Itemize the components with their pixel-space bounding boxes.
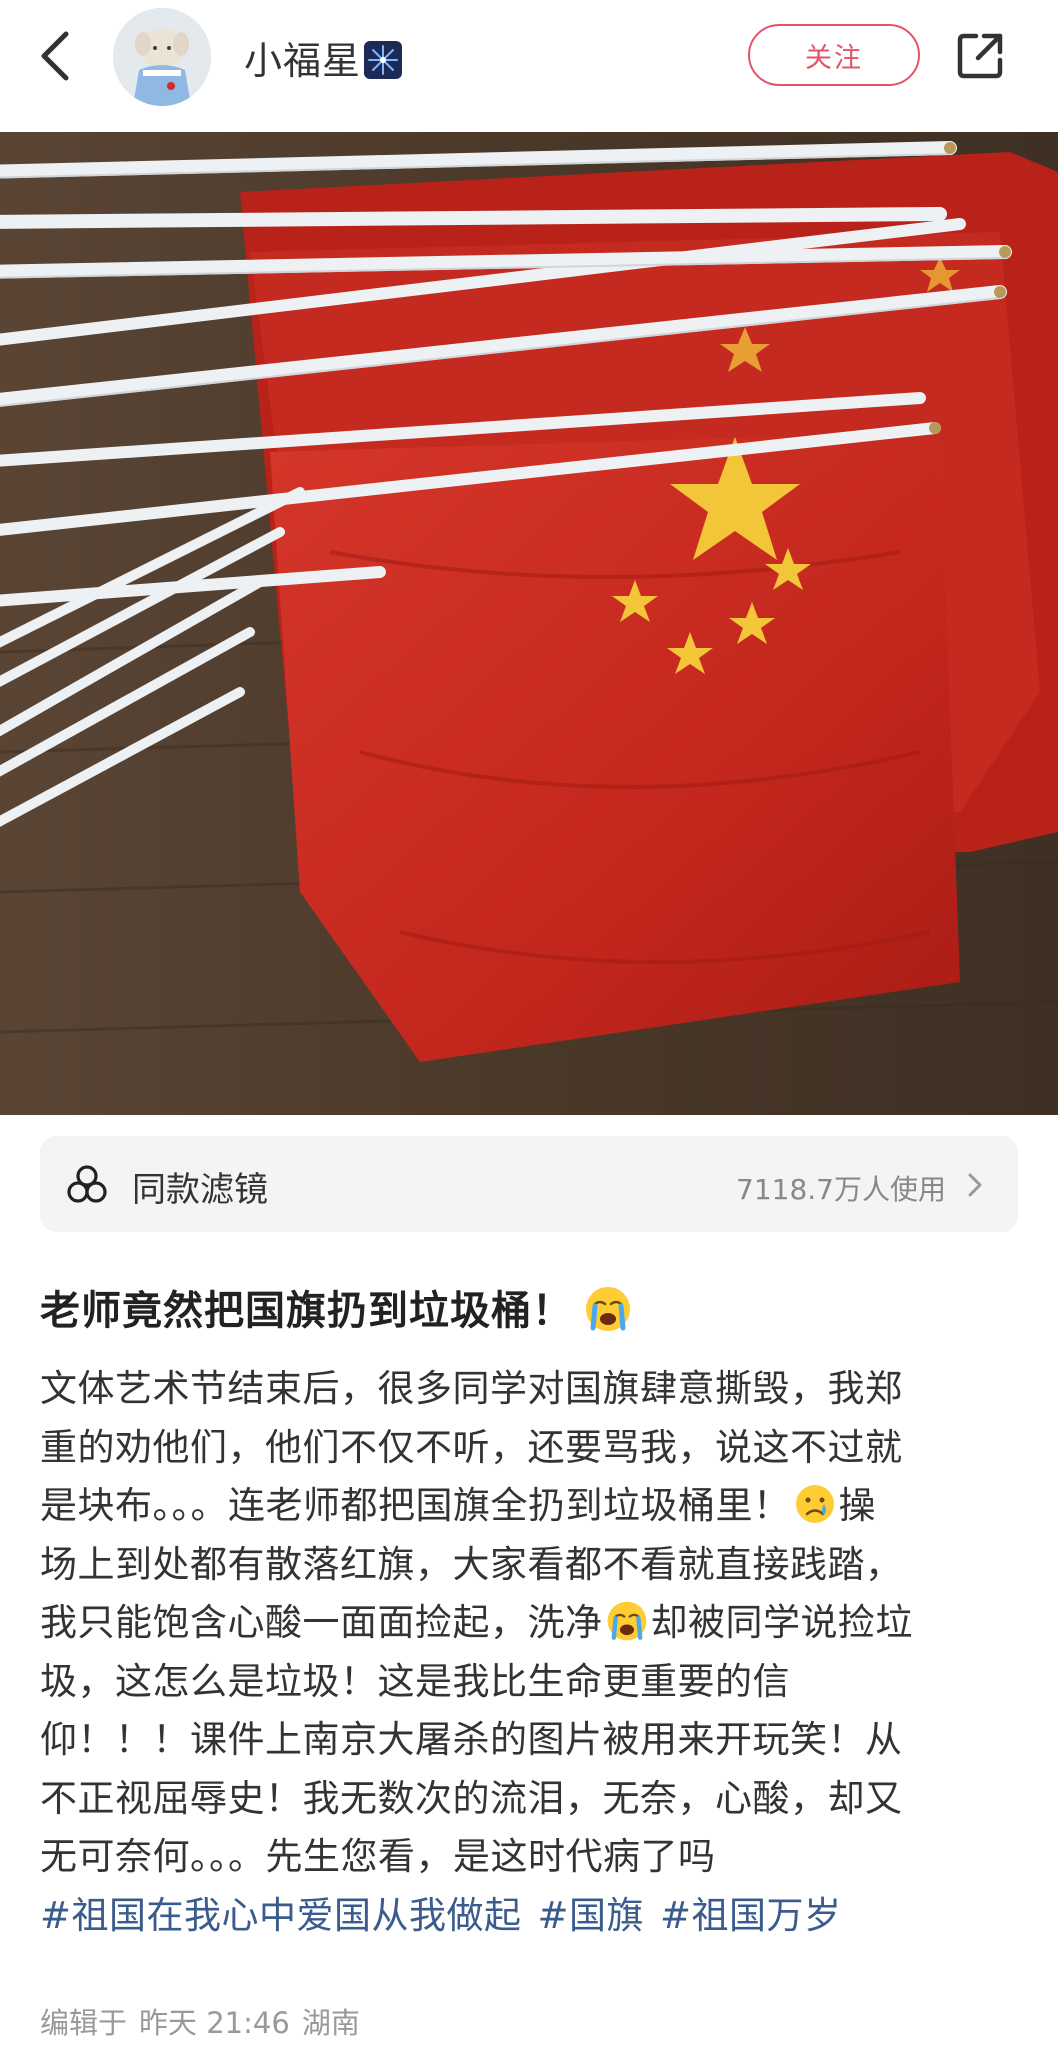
three-circles-filter-icon [67, 1165, 107, 1203]
hashtag-list: #祖国在我心中爱国从我做起 #国旗 #祖国万岁 [40, 1887, 1010, 1946]
post-time: 昨天 21:46 [139, 2006, 290, 2040]
body-text: 不正视屈辱史！我无数次的流泪，无奈，心酸，却又 [40, 1776, 903, 1820]
share-external-icon[interactable] [954, 30, 1006, 82]
post-location: 湖南 [301, 2006, 360, 2040]
crying-face-emoji [795, 1485, 834, 1523]
body-line: 文体艺术节结束后，很多同学对国旗肆意撕毁，我郑 [40, 1360, 1010, 1419]
body-text: 操 [838, 1484, 876, 1527]
body-text: 无可奈何。。。先生您看，是这时代病了吗 [40, 1835, 716, 1878]
body-line: 是块布。。。连老师都把国旗全扔到垃圾桶里！ 操 [40, 1477, 1010, 1536]
username-text: 小福星 [244, 39, 362, 83]
follow-button[interactable]: 关注 [748, 24, 920, 86]
follow-label: 关注 [805, 42, 863, 74]
fireworks-icon [364, 41, 403, 79]
post-title: 老师竟然把国旗扔到垃圾桶！ [40, 1278, 633, 1336]
avatar[interactable] [113, 8, 211, 106]
top-bar: 小福星 关注 [0, 0, 1058, 132]
body-line: 重的劝他们，他们不仅不听，还要骂我，说这不过就 [40, 1419, 1010, 1478]
body-line: 圾，这怎么是垃圾！这是我比生命更重要的信 [40, 1653, 1010, 1712]
filter-label: 同款滤镜 [132, 1170, 268, 1210]
body-line: 不正视屈辱史！我无数次的流泪，无奈，心酸，却又 [40, 1770, 1010, 1829]
loudly-crying-face-emoji [586, 1287, 630, 1331]
post-body: 文体艺术节结束后，很多同学对国旗肆意撕毁，我郑 重的劝他们，他们不仅不听，还要骂… [40, 1360, 1010, 1945]
body-line: 无可奈何。。。先生您看，是这时代病了吗 [40, 1828, 1010, 1887]
same-filter-bar[interactable]: 同款滤镜 7118.7万人使用 [40, 1136, 1018, 1232]
body-text: 却被同学说捡垃 [650, 1601, 913, 1644]
body-text: 文体艺术节结束后，很多同学对国旗肆意撕毁，我郑 [40, 1367, 903, 1410]
hashtag-link[interactable]: #祖国万岁 [660, 1894, 842, 1937]
body-text: 场上到处都有散落红旗，大家看都不看就直接践踏， [40, 1542, 903, 1586]
body-text: 圾，这怎么是垃圾！这是我比生命更重要的信 [40, 1659, 790, 1703]
hashtag-link[interactable]: #国旗 [538, 1894, 645, 1937]
body-line: 我只能饱含心酸一面面捡起，洗净 却被同学说捡垃 [40, 1594, 1010, 1653]
avatar-image [113, 8, 211, 106]
edited-prefix: 编辑于 [40, 2006, 128, 2040]
filter-usage-count: 7118.7万人使用 [736, 1173, 946, 1206]
chevron-left-icon[interactable] [28, 26, 84, 86]
body-text: 是块布。。。连老师都把国旗全扔到垃圾桶里！ [40, 1484, 791, 1527]
body-text: 重的劝他们，他们不仅不听，还要骂我，说这不过就 [40, 1425, 903, 1469]
chevron-right-icon [968, 1173, 982, 1197]
body-line: 场上到处都有散落红旗，大家看都不看就直接践踏， [40, 1536, 1010, 1595]
body-text: 我只能饱含心酸一面面捡起，洗净 [40, 1601, 603, 1644]
loudly-crying-face-emoji [607, 1601, 646, 1641]
body-text: 仰！！！课件上南京大屠杀的图片被用来开玩笑！从 [40, 1718, 903, 1761]
hashtag-link[interactable]: #祖国在我心中爱国从我做起 [40, 1894, 522, 1937]
flags-on-floor-image [0, 132, 1058, 1115]
body-line: 仰！！！课件上南京大屠杀的图片被用来开玩笑！从 [40, 1711, 1010, 1770]
post-photo[interactable] [0, 132, 1058, 1115]
post-meta: 编辑于 昨天 21:46 湖南 [40, 2000, 372, 2042]
post-title-text: 老师竟然把国旗扔到垃圾桶！ [40, 1288, 573, 1334]
username[interactable]: 小福星 [244, 30, 403, 85]
